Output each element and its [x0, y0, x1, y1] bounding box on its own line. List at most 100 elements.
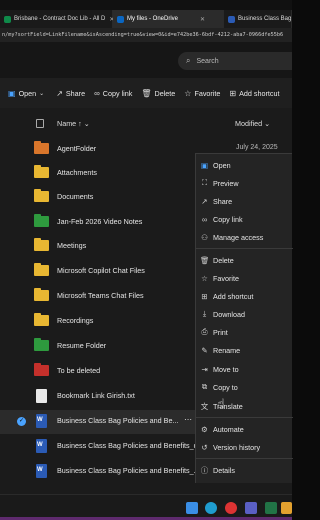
menu-item-move-to[interactable]: ⇥ Move to [196, 361, 293, 377]
delete-button[interactable]: 🗑 Delete [141, 89, 175, 98]
shortcut-icon: ⊞ [229, 88, 237, 98]
search-box[interactable]: ⌕ Search [178, 52, 292, 70]
file-name: Jan-Feb 2026 Video Notes [57, 217, 143, 226]
menu-item-label: Copy link [213, 214, 243, 224]
address-bar-url: n/my?sortField=LinkFilename&isAscending=… [2, 32, 284, 38]
tab-label: My files - OneDrive [127, 16, 179, 22]
copy-link-label: Copy link [102, 88, 133, 98]
file-type-icon [36, 119, 44, 128]
edge-icon[interactable] [205, 502, 217, 514]
browser-tab-contract-doc-lib[interactable]: Brisbane - Contract Doc Lib - All D ✕ [0, 10, 114, 28]
menu-item-add-shortcut[interactable]: ⊞ Add shortcut [196, 288, 293, 304]
menu-item-copy-link[interactable]: ∞ Copy link [196, 211, 293, 227]
start-icon[interactable] [186, 502, 198, 514]
menu-item-label: Delete [213, 255, 234, 265]
move-icon: ⇥ [201, 364, 208, 374]
star-icon: ☆ [201, 273, 208, 283]
menu-item-details[interactable]: ⓘ Details [196, 462, 293, 478]
checkmark-icon[interactable]: ✓ [17, 417, 26, 426]
browser-tab-strip: Brisbane - Contract Doc Lib - All D ✕ My… [0, 10, 292, 28]
menu-item-manage-access[interactable]: ⚇ Manage access [196, 229, 293, 245]
browser-tab-my-files[interactable]: My files - OneDrive ✕ [113, 10, 224, 28]
info-icon: ⓘ [200, 465, 209, 475]
command-bar: ▣ Open ⌄ ↗ Share ∞ Copy link 🗑 Delete ☆ … [0, 78, 292, 108]
trash-icon: 🗑 [141, 88, 152, 98]
share-icon: ↗ [201, 196, 208, 206]
delete-label: Delete [154, 88, 176, 98]
menu-item-translate[interactable]: 文 Translate [196, 398, 293, 414]
search-placeholder: Search [196, 57, 219, 65]
menu-item-delete[interactable]: 🗑 Delete [196, 252, 293, 268]
menu-item-label: Open [213, 160, 231, 170]
file-name: To be deleted [57, 366, 101, 375]
folder-icon [34, 189, 49, 202]
file-name: Microsoft Copilot Chat Files [57, 266, 145, 275]
menu-item-preview[interactable]: ⛶ Preview [196, 175, 293, 191]
more-options-icon[interactable]: ⋯ [184, 415, 192, 424]
column-header: Name ↑ ⌄ Modified ⌄ [0, 108, 292, 138]
menu-item-label: Manage access [213, 232, 264, 242]
close-icon[interactable]: ✕ [200, 16, 205, 23]
download-icon: ⤓ [202, 309, 207, 318]
trash-icon: 🗑 [200, 255, 210, 265]
copy-link-button[interactable]: ∞ Copy link [94, 89, 132, 98]
menu-item-copy-to[interactable]: ⧉ Copy to [196, 379, 293, 395]
menu-item-label: Print [213, 327, 228, 337]
address-bar[interactable]: n/my?sortField=LinkFilename&isAscending=… [0, 28, 292, 42]
manage-access-icon: ⚇ [201, 232, 208, 242]
add-shortcut-label: Add shortcut [239, 88, 280, 98]
column-name[interactable]: Name ↑ ⌄ [57, 119, 90, 128]
word-file-icon [36, 439, 47, 453]
history-icon: ↺ [201, 442, 208, 452]
menu-item-label: Preview [213, 178, 239, 188]
menu-item-label: Add shortcut [213, 291, 254, 301]
preview-icon: ⛶ [201, 178, 208, 187]
column-name-label: Name [57, 119, 77, 128]
chrome-icon[interactable] [225, 502, 237, 514]
print-icon: ⎙ [201, 327, 208, 336]
screen: Brisbane - Contract Doc Lib - All D ✕ My… [0, 0, 293, 520]
share-button[interactable]: ↗ Share [56, 89, 85, 98]
open-icon: ▣ [200, 160, 209, 170]
file-name: AgentFolder [57, 144, 97, 153]
file-name: Documents [57, 192, 94, 201]
shortcut-icon: ⊞ [201, 291, 208, 301]
menu-item-favorite[interactable]: ☆ Favorite [196, 270, 293, 286]
folder-icon [34, 165, 49, 178]
file-name: Resume Folder [57, 341, 107, 350]
open-button[interactable]: ▣ Open ⌄ [8, 89, 47, 98]
search-icon: ⌕ [186, 56, 191, 65]
star-icon: ☆ [184, 88, 192, 98]
folder-icon [34, 338, 49, 351]
rename-icon: ✎ [201, 345, 208, 355]
onedrive-icon [117, 15, 124, 23]
browser-tab-business-class-bag[interactable]: Business Class Bag [224, 10, 292, 28]
menu-item-version-history[interactable]: ↺ Version history [196, 439, 293, 455]
menu-item-open[interactable]: ▣ Open [196, 157, 293, 173]
column-modified[interactable]: Modified ⌄ [235, 119, 270, 128]
menu-item-label: Copy to [213, 382, 238, 392]
app-icon[interactable] [281, 502, 292, 514]
add-shortcut-button[interactable]: ⊞ Add shortcut [229, 89, 279, 98]
file-name: Business Class Bag Policies and Benefits… [57, 466, 200, 475]
file-name: Attachments [57, 168, 97, 177]
favorite-button[interactable]: ☆ Favorite [184, 89, 220, 98]
menu-item-download[interactable]: ⤓ Download [196, 306, 293, 322]
file-name: Bookmark Link Girish.txt [57, 391, 135, 400]
excel-icon[interactable] [265, 502, 277, 514]
menu-item-label: Rename [213, 345, 241, 355]
menu-item-rename[interactable]: ✎ Rename [196, 342, 293, 358]
menu-item-share[interactable]: ↗ Share [196, 193, 293, 209]
column-modified-label: Modified [235, 119, 263, 128]
open-icon: ▣ [8, 88, 16, 98]
file-name: Business Class Bag Policies and Benefits… [57, 441, 208, 450]
top-band [0, 0, 292, 10]
hand-cursor-icon: ☝ [217, 396, 225, 411]
folder-icon [34, 141, 49, 154]
folder-icon [34, 238, 49, 251]
menu-item-print[interactable]: ⎙ Print [196, 324, 293, 340]
menu-item-label: Download [213, 309, 245, 319]
teams-icon[interactable] [245, 502, 257, 514]
word-file-icon [36, 414, 47, 428]
menu-item-automate[interactable]: ⚙ Automate [196, 421, 293, 437]
